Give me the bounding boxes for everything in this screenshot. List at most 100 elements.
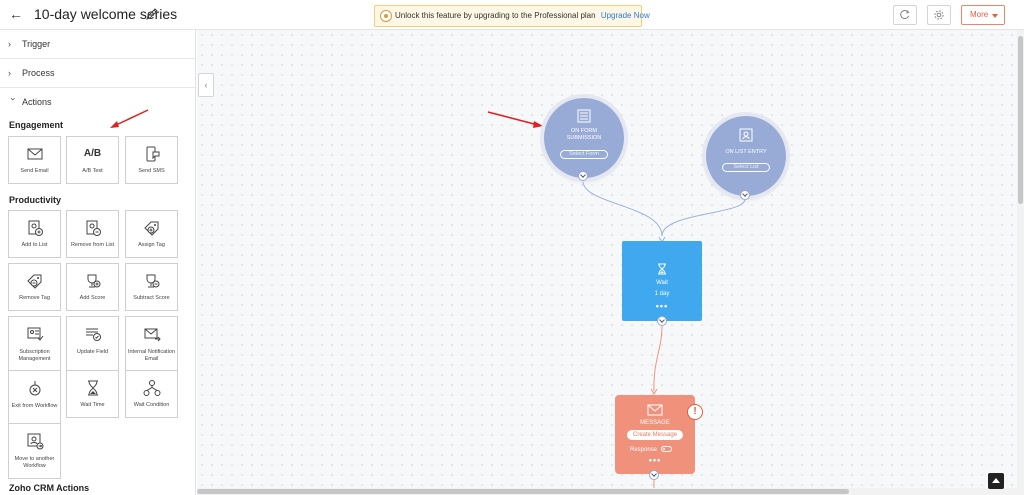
tile-label: Subtract Score (133, 295, 170, 301)
trigger-title: ON LIST ENTRY (725, 149, 767, 155)
tile-remove-from-list[interactable]: Remove from List (66, 210, 119, 258)
response-label: Response (630, 447, 658, 453)
chevron-right-icon: › (8, 68, 11, 78)
tile-remove-tag[interactable]: Remove Tag (8, 263, 61, 311)
scroll-thumb[interactable] (1018, 36, 1023, 204)
vertical-scrollbar[interactable] (1017, 30, 1024, 495)
horizontal-scrollbar[interactable] (197, 488, 1017, 495)
tile-wait-condition[interactable]: Wait Condition (125, 370, 178, 418)
scroll-to-top-icon[interactable] (988, 473, 1004, 489)
chevron-down-icon[interactable] (578, 171, 588, 181)
caret-down-icon (992, 14, 998, 18)
workflow-canvas[interactable]: ‹ (197, 30, 1017, 495)
tile-ab-test[interactable]: A/B A/B Test (66, 136, 119, 184)
tile-label: Add Score (79, 295, 106, 301)
select-list-button[interactable]: Select List (722, 163, 770, 172)
message-title: MESSAGE (640, 420, 670, 426)
tile-update-field[interactable]: Update Field (66, 316, 119, 372)
tile-wait-time[interactable]: Wait Time (66, 370, 119, 418)
tile-label: Remove from List (70, 242, 115, 248)
more-button[interactable]: More (961, 5, 1005, 25)
chevron-down-icon[interactable] (649, 470, 659, 480)
tile-label: Remove Tag (19, 295, 50, 301)
chevron-down-icon: › (8, 97, 19, 101)
response-toggle[interactable] (660, 446, 672, 453)
tile-label: Wait Time (80, 402, 105, 408)
tile-label: Exit from Workflow (11, 403, 58, 409)
refresh-icon (900, 10, 910, 20)
wait-duration: 1 day (654, 291, 670, 297)
response-row: Response (630, 446, 672, 454)
node-menu-dots[interactable]: ••• (615, 455, 695, 465)
tag-add-icon (144, 221, 159, 236)
tile-label: Subscription Management (18, 349, 51, 362)
scroll-thumb[interactable] (197, 489, 849, 494)
list-contact-icon (739, 128, 753, 142)
tile-assign-tag[interactable]: Assign Tag (125, 210, 178, 258)
tile-subscription-management[interactable]: Subscription Management (8, 316, 61, 372)
condition-branch-icon (143, 380, 161, 396)
remove-contact-list-icon (86, 220, 101, 236)
tile-send-email[interactable]: Send Email (8, 136, 61, 184)
move-workflow-icon (27, 433, 44, 450)
tile-move-to-another-workflow[interactable]: Move to another Workflow (8, 423, 61, 479)
node-menu-dots[interactable]: ••• (622, 301, 702, 311)
select-form-button[interactable]: Select Form (560, 150, 608, 159)
wait-node[interactable]: Wait 1 day ••• (622, 241, 702, 321)
hourglass-icon (88, 380, 98, 396)
settings-button[interactable] (927, 5, 951, 25)
tile-label: Assign Tag (138, 242, 165, 248)
tile-subtract-score[interactable]: Subtract Score (125, 263, 178, 311)
trigger-title: SUBMISSION (566, 135, 602, 141)
notification-email-icon (144, 328, 161, 342)
envelope-icon (27, 148, 43, 160)
tile-label: Move to another Workflow (14, 456, 55, 469)
tile-internal-notification-email[interactable]: Internal Notification Email (125, 316, 178, 372)
tile-add-to-list[interactable]: Add to List (8, 210, 61, 258)
tile-label: Internal Notification Email (127, 349, 176, 362)
refresh-button[interactable] (893, 5, 917, 25)
tile-add-score[interactable]: Add Score (66, 263, 119, 311)
mobile-sms-icon (146, 146, 160, 162)
chevron-down-icon[interactable] (657, 316, 667, 326)
tile-exit-from-workflow[interactable]: Exit from Workflow (8, 370, 61, 426)
back-arrow-icon[interactable]: ← (8, 6, 24, 22)
section-title-engagement: Engagement (9, 120, 64, 130)
accordion-process[interactable]: › Process (0, 59, 195, 88)
chevron-left-icon[interactable]: ‹ (198, 73, 214, 97)
tile-label: Send Email (20, 168, 49, 174)
ab-test-icon: A/B (83, 148, 102, 159)
message-node[interactable]: MESSAGE Create Message Response ••• (615, 395, 695, 474)
alert-icon: ! (687, 404, 703, 420)
trigger-form-submission-node[interactable]: ON FORM SUBMISSION Select Form (544, 98, 624, 178)
form-icon (577, 109, 591, 123)
accordion-actions[interactable]: › Actions (0, 88, 195, 117)
tile-label: Update Field (76, 349, 109, 355)
accordion-label: Trigger (22, 39, 51, 49)
chevron-right-icon: › (8, 39, 11, 49)
trigger-title: ON FORM (571, 128, 597, 134)
accordion-label: Process (22, 68, 55, 78)
more-label: More (970, 10, 989, 19)
upgrade-badge-icon (380, 10, 392, 22)
tile-label: A/B Test (82, 168, 103, 174)
actions-sidebar: › Trigger › Process › Actions Engagement… (0, 30, 196, 495)
pencil-icon[interactable] (145, 7, 159, 21)
envelope-icon (647, 404, 663, 416)
accordion-trigger[interactable]: › Trigger (0, 30, 195, 59)
trigger-list-entry-node[interactable]: ON LIST ENTRY Select List (706, 116, 786, 196)
tag-remove-icon (27, 274, 42, 289)
chevron-down-icon[interactable] (740, 190, 750, 200)
hourglass-icon (658, 263, 666, 275)
section-title-productivity: Productivity (9, 195, 62, 205)
update-field-icon (86, 328, 101, 341)
tile-send-sms[interactable]: Send SMS (125, 136, 178, 184)
trophy-add-icon (87, 274, 101, 288)
subscription-icon (27, 327, 44, 341)
gear-icon (934, 10, 944, 20)
create-message-button[interactable]: Create Message (627, 430, 683, 440)
banner-text: Unlock this feature by upgrading to the … (395, 11, 596, 20)
upgrade-now-link[interactable]: Upgrade Now (601, 11, 650, 20)
tile-label: Send SMS (138, 168, 165, 174)
upgrade-banner: Unlock this feature by upgrading to the … (374, 5, 650, 27)
